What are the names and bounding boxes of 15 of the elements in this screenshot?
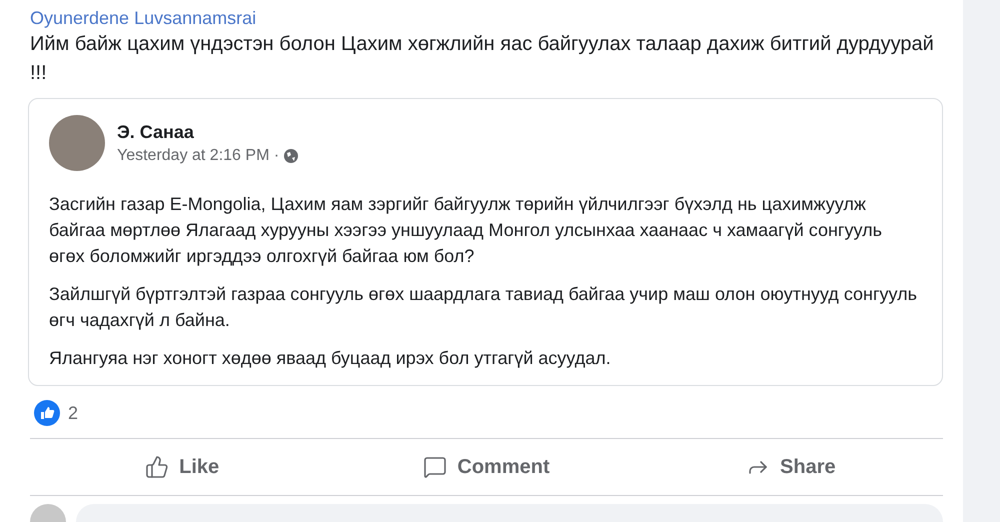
speech-bubble-icon bbox=[423, 455, 448, 479]
post-paragraph: Засгийн газар E-Mongolia, Цахим яам зэргийг байгуулж төрийн үйлчилгээг бүхэлд нь цахимжуулж байгаа мөртлөө Ялагаад хурууны хээгээ уншуулаад Монгол улсынхаа хаанаас ч хамаагүй сонгууль өгөх боломжийг иргэддээ олгохгүй байгаа юм бол? bbox=[49, 193, 883, 268]
thumbs-up-icon bbox=[145, 455, 170, 479]
post-time[interactable]: Yesterday at 2:16 PM · bbox=[117, 146, 280, 164]
shared-author-name[interactable]: Э. Санаа bbox=[117, 122, 300, 142]
post-text: Ийм байж цахим үндэстэн болон Цахим хөгжлийн яас байгуулах талаар дахиж битгий дурдуурай !!! bbox=[30, 32, 935, 86]
author-name[interactable]: Oyunerdene Luvsannamsrai bbox=[30, 6, 943, 30]
post-paragraph: Ялангуяа нэг хоногт хөдөө яваад буцаад ирэх бол утгагүй асуудал. bbox=[49, 347, 612, 370]
globe-icon bbox=[283, 148, 300, 164]
post-paragraph: Зайлшгүй бүртгэлтэй газраа сонгууль өгөх шаардлага тавиад байгаа учир маш олон оюутнууд сонгууль өгч чадахгүй л байна. bbox=[49, 283, 918, 332]
like-button[interactable]: Like bbox=[30, 439, 334, 495]
share-button[interactable]: Share bbox=[638, 439, 943, 495]
reaction-count[interactable]: 2 bbox=[68, 402, 78, 424]
like-reaction-icon bbox=[34, 400, 60, 426]
comment-button[interactable]: Comment bbox=[334, 439, 639, 495]
